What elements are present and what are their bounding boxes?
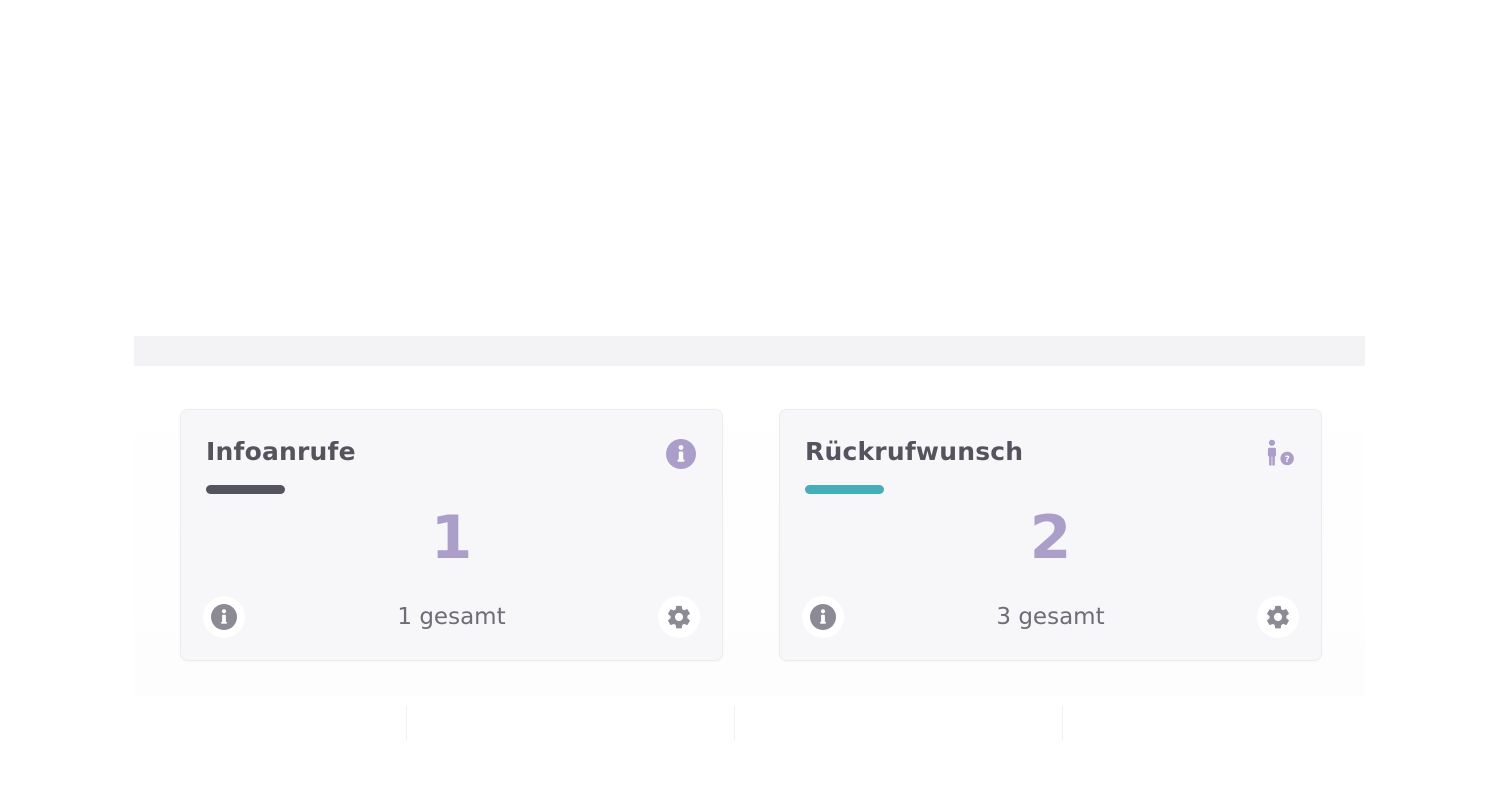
card-total-label: 3 gesamt: [996, 604, 1105, 630]
section-divider-bar: [134, 336, 1365, 366]
top-blank-area: [0, 0, 1504, 336]
divider: [406, 706, 407, 740]
gear-icon: [668, 605, 690, 629]
widget-card-rueckrufwunsch[interactable]: Rückrufwunsch ? 2 3 gesamt: [779, 409, 1322, 661]
card-title: Infoanrufe: [206, 437, 356, 466]
card-title: Rückrufwunsch: [805, 437, 1024, 466]
card-accent-bar: [805, 485, 884, 494]
widget-card-infoanrufe[interactable]: Infoanrufe 1 1 gesamt: [180, 409, 723, 661]
person-question-icon: ?: [1263, 437, 1297, 471]
info-icon: [664, 437, 698, 471]
divider: [1062, 706, 1063, 740]
card-total-label: 1 gesamt: [397, 604, 506, 630]
gear-icon: [1267, 605, 1289, 629]
card-count: 2: [1029, 503, 1072, 573]
card-settings-button[interactable]: [658, 596, 700, 638]
card-count: 1: [430, 503, 473, 573]
svg-text:?: ?: [1285, 455, 1290, 465]
card-settings-button[interactable]: [1257, 596, 1299, 638]
card-accent-bar: [206, 485, 285, 494]
divider: [734, 706, 735, 740]
